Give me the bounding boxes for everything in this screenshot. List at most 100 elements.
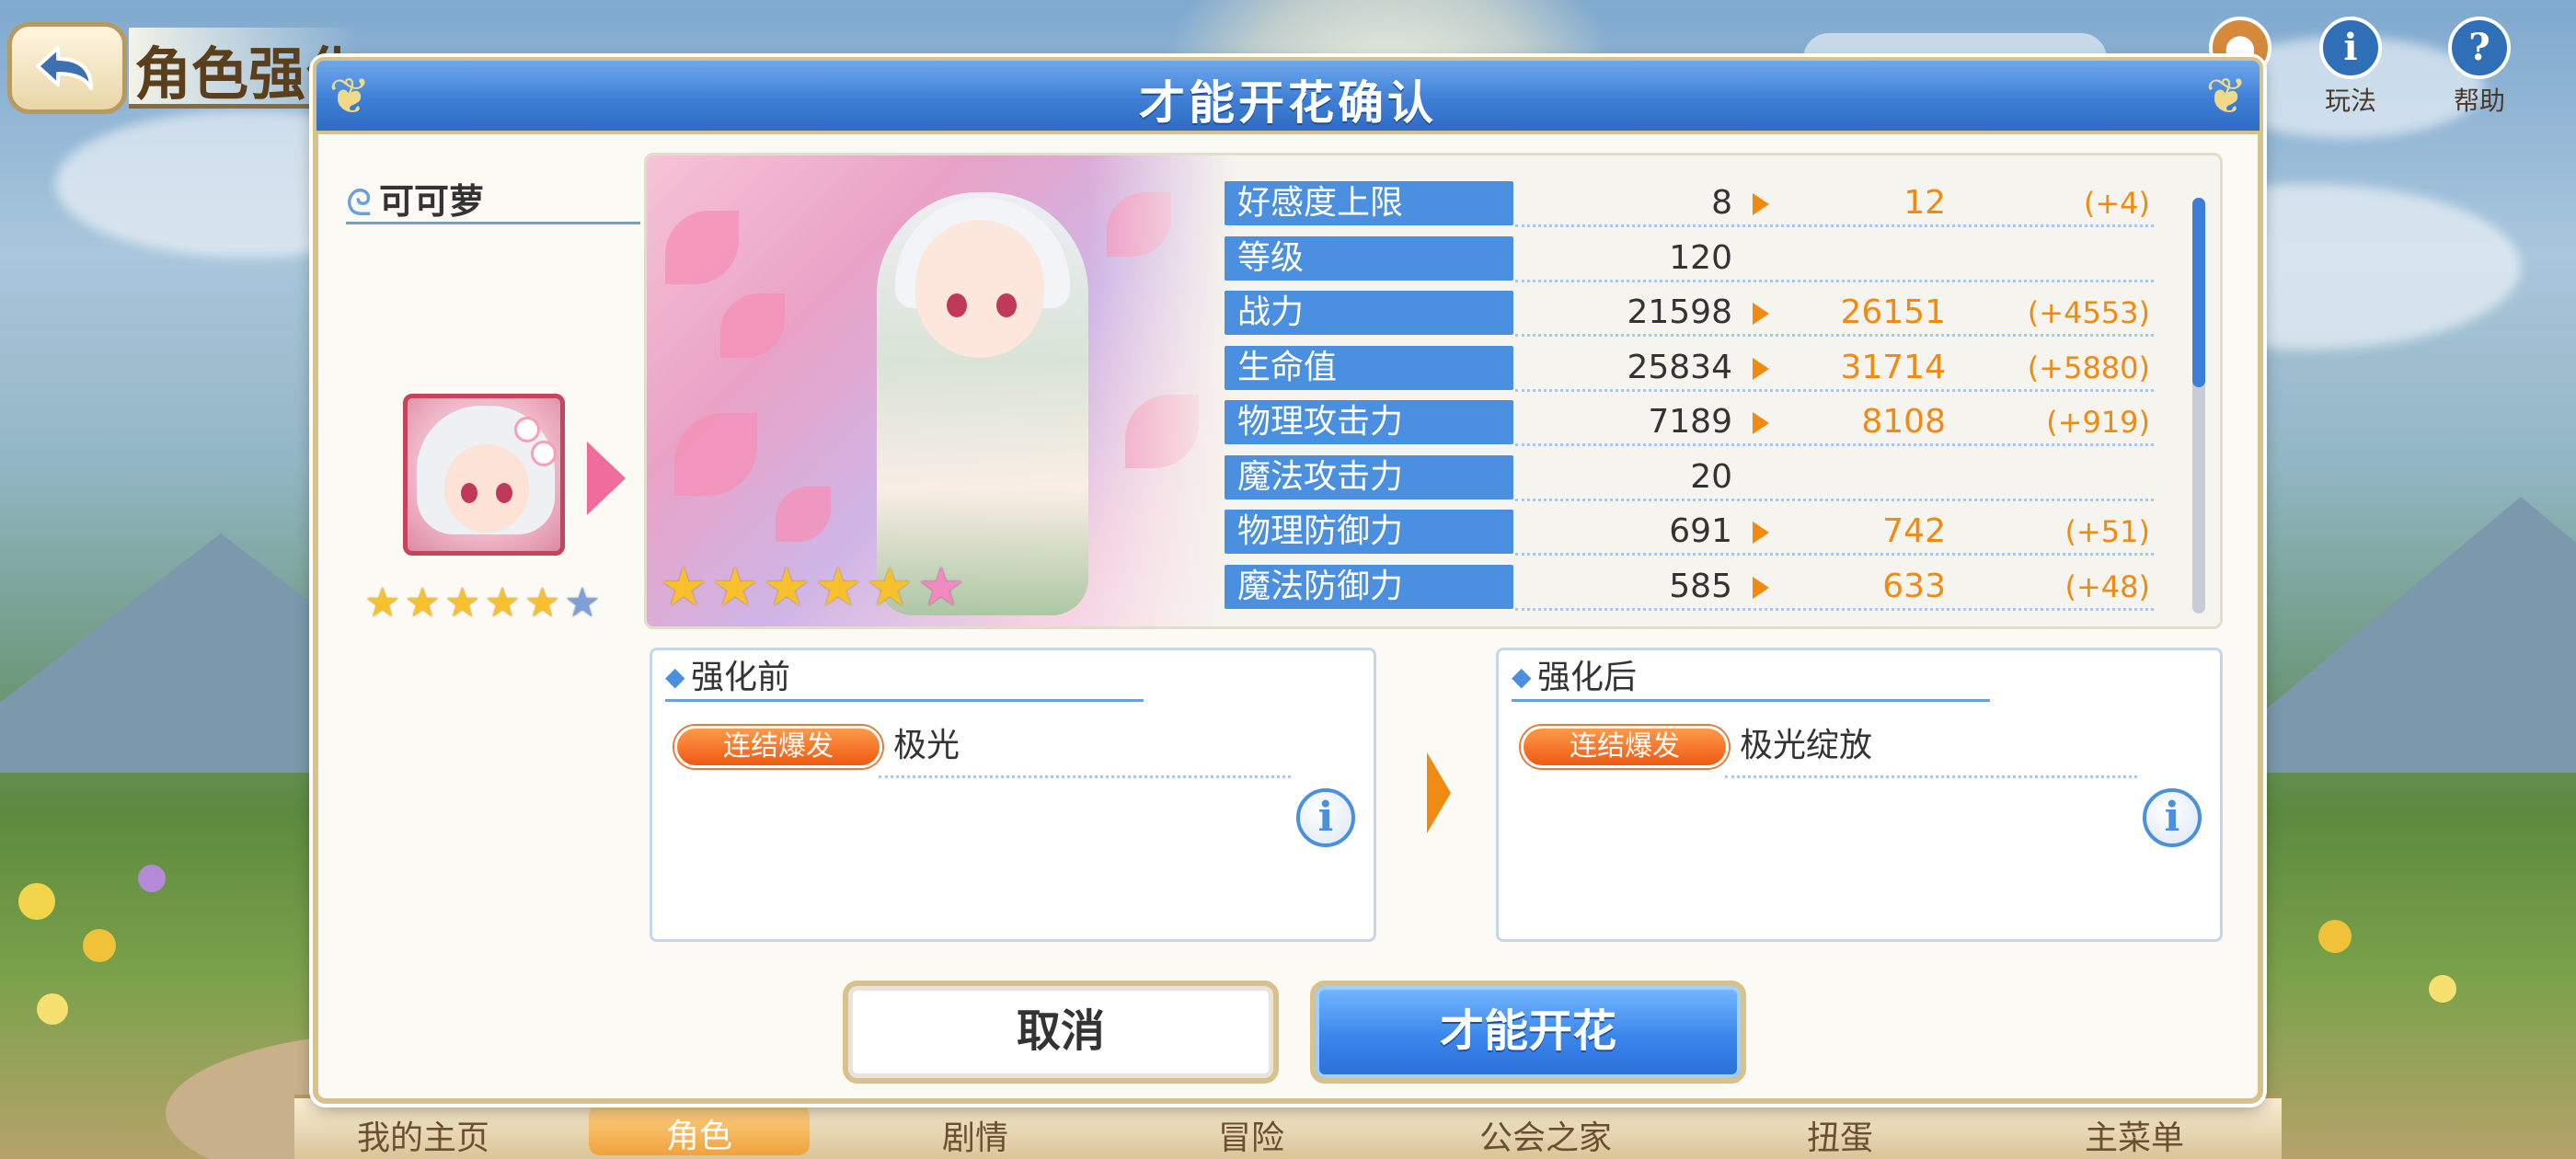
gameplay-label: 玩法 — [2324, 86, 2376, 116]
talent-bloom-button[interactable]: 才能开花 — [1310, 981, 1746, 1084]
stat-new-value: 12 — [1903, 184, 1946, 222]
help-label: 帮助 — [2453, 86, 2505, 116]
stat-current-value: 120 — [1669, 238, 1732, 277]
star-filled-icon: ★ — [404, 580, 441, 626]
stat-label: 物理防御力 — [1225, 510, 1513, 554]
skill-before-header: ◆ 强化前 — [665, 656, 1144, 702]
star-filled-icon: ★ — [866, 556, 914, 618]
stat-delta: (+4553) — [2027, 295, 2150, 330]
flower — [2429, 975, 2456, 1003]
stat-new-value: 26151 — [1840, 293, 1946, 331]
star-filled-icon: ★ — [364, 580, 401, 626]
stat-current-value: 585 — [1669, 567, 1732, 605]
dialog-header: ❦ ❦ 才能开花确认 — [313, 57, 2263, 134]
bottom-nav: 我的主页 角色 剧情 冒险 公会之家 扭蛋 主菜单 — [294, 1095, 2282, 1159]
star-filled-icon: ★ — [660, 556, 707, 618]
stat-delta: (+51) — [2064, 514, 2151, 549]
star-empty-icon: ★ — [917, 556, 965, 618]
skill-name: 极光绽放 — [1740, 727, 1873, 764]
skill-before-box: ◆ 强化前 连结爆发 极光 i — [650, 648, 1376, 942]
stat-new-value: 31714 — [1840, 348, 1946, 386]
stat-new-value: 742 — [1882, 512, 1946, 550]
nav-tab-adventure[interactable]: 冒险 — [1141, 1111, 1362, 1159]
arrow-right-icon — [1753, 576, 1769, 599]
skill-type-badge: 连结爆发 — [674, 726, 882, 768]
stat-row: 魔法攻击力 20 — [1225, 450, 2154, 505]
talent-bloom-confirm-dialog: ❦ ❦ 才能开花确认 ᘓ 可可萝 ★ ★ ★ ★ ★ ★ ★ ★ ★ ★ ★ ★… — [313, 57, 2263, 1104]
info-icon[interactable]: i — [2143, 788, 2202, 847]
stat-label: 生命值 — [1225, 345, 1513, 390]
stat-row: 好感度上限 8 12 (+4) — [1225, 176, 2154, 231]
stat-label: 好感度上限 — [1225, 181, 1513, 225]
nav-tab-home[interactable]: 我的主页 — [313, 1111, 534, 1159]
stat-current-value: 21598 — [1627, 293, 1732, 331]
stat-row: 等级 120 — [1225, 231, 2154, 286]
stat-row: 魔法防御力 585 633 (+48) — [1225, 559, 2154, 614]
skill-name: 极光 — [893, 727, 960, 764]
stats-table: 好感度上限 8 12 (+4) 等级 120 战力 21598 26151 (+4553) 生命值 2… — [1225, 176, 2154, 614]
nav-tab-character[interactable]: 角色 — [589, 1104, 810, 1155]
stats-scrollbar[interactable] — [2192, 198, 2205, 614]
arrow-right-icon — [1753, 193, 1769, 215]
character-name: 可可萝 — [379, 181, 485, 222]
star-filled-icon: ★ — [484, 580, 521, 626]
stat-current-value: 7189 — [1648, 403, 1732, 441]
help-icon: ? — [2448, 17, 2511, 79]
flower — [37, 993, 68, 1025]
star-empty-icon: ★ — [564, 580, 601, 626]
cancel-button[interactable]: 取消 — [843, 981, 1279, 1084]
arrow-right-icon — [1427, 752, 1451, 833]
arrow-right-icon — [587, 442, 626, 515]
flower — [138, 865, 166, 892]
stat-label: 等级 — [1225, 235, 1513, 281]
character-name-row: ᘓ 可可萝 — [346, 173, 640, 224]
nav-tab-guild-house[interactable]: 公会之家 — [1435, 1111, 1656, 1159]
stat-current-value: 8 — [1711, 184, 1732, 222]
stat-new-value: 633 — [1882, 567, 1946, 605]
arrow-right-icon — [1753, 357, 1769, 380]
stat-current-value: 691 — [1669, 512, 1732, 550]
nav-tab-gacha[interactable]: 扭蛋 — [1730, 1111, 1950, 1159]
stat-label: 物理攻击力 — [1225, 400, 1513, 444]
scroll-thumb[interactable] — [2192, 198, 2205, 387]
character-portrait — [403, 394, 565, 556]
stat-row: 战力 21598 26151 (+4553) — [1225, 285, 2154, 340]
nav-tab-story[interactable]: 剧情 — [865, 1111, 1086, 1159]
flower — [18, 883, 55, 920]
info-icon: i — [2319, 17, 2382, 79]
dialog-title: 才能开花确认 — [1139, 76, 1437, 130]
gameplay-button[interactable]: i 玩法 — [2300, 17, 2401, 118]
stat-label: 魔法防御力 — [1225, 564, 1513, 609]
star-filled-icon: ★ — [814, 556, 862, 618]
diamond-icon: ◆ — [665, 661, 685, 692]
stat-delta: (+48) — [2064, 568, 2151, 604]
stat-delta: (+4) — [2083, 186, 2150, 221]
arrow-right-icon — [1753, 412, 1769, 434]
stat-delta: (+5880) — [2027, 350, 2150, 385]
help-button[interactable]: ? 帮助 — [2429, 17, 2530, 118]
arrow-right-icon — [1753, 522, 1769, 544]
skill-after-box: ◆ 强化后 连结爆发 极光绽放 i — [1496, 648, 2223, 942]
stat-current-value: 20 — [1690, 457, 1732, 496]
flower — [83, 929, 116, 962]
star-filled-icon: ★ — [711, 556, 759, 618]
flower — [2318, 920, 2352, 953]
stat-label: 战力 — [1225, 291, 1513, 335]
character-card-art: ★ ★ ★ ★ ★ ★ — [647, 155, 1236, 626]
stat-row: 物理攻击力 7189 8108 (+919) — [1225, 395, 2154, 450]
stat-row: 物理防御力 691 742 (+51) — [1225, 504, 2154, 559]
skill-type-badge: 连结爆发 — [1521, 726, 1729, 768]
stat-row: 生命值 25834 31714 (+5880) — [1225, 340, 2154, 396]
back-button[interactable] — [7, 22, 127, 114]
skill-after-header: ◆ 强化后 — [1512, 656, 1990, 702]
stat-new-value: 8108 — [1861, 403, 1946, 441]
stat-delta: (+919) — [2046, 405, 2150, 440]
back-arrow-icon — [36, 46, 93, 90]
star-filled-icon: ★ — [523, 580, 561, 626]
swirl-icon: ᘓ — [346, 182, 373, 224]
nav-tab-main-menu[interactable]: 主菜单 — [2024, 1111, 2245, 1159]
info-icon[interactable]: i — [1296, 788, 1355, 847]
portrait-star-rating: ★ ★ ★ ★ ★ ★ — [364, 583, 601, 624]
arrow-right-icon — [1753, 303, 1769, 325]
stats-panel: ★ ★ ★ ★ ★ ★ 好感度上限 8 12 (+4) 等级 120 战力 21598 26151 (+45… — [644, 153, 2223, 629]
